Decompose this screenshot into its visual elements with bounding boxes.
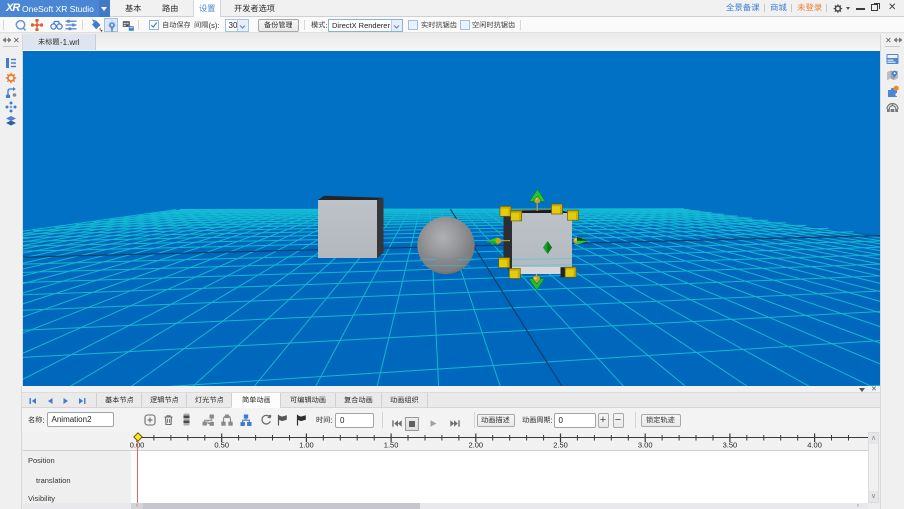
- svg-text:2.50: 2.50: [553, 441, 568, 450]
- svg-text:3.00: 3.00: [638, 441, 653, 450]
- svg-text:2.00: 2.00: [468, 441, 483, 450]
- svg-text:1.00: 1.00: [299, 441, 314, 450]
- svg-text:1.50: 1.50: [384, 441, 399, 450]
- svg-text:0.50: 0.50: [214, 441, 229, 450]
- svg-text:3.50: 3.50: [723, 441, 738, 450]
- svg-text:4.00: 4.00: [807, 441, 822, 450]
